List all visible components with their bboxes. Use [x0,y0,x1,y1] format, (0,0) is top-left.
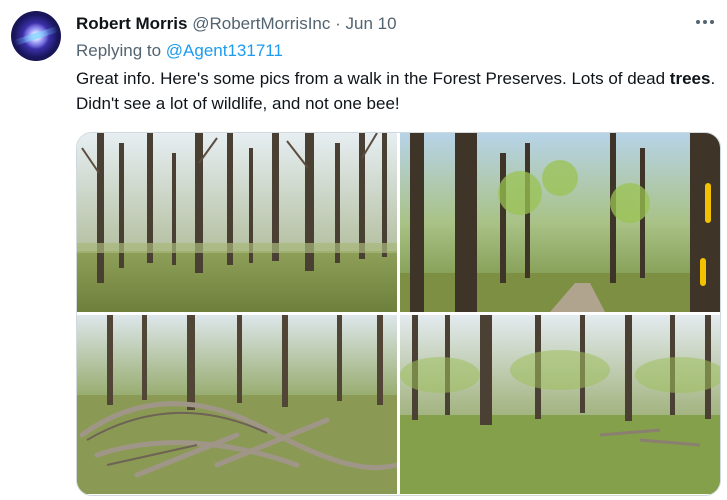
media-photo-1[interactable] [77,133,397,312]
tweet-header: Robert Morris @RobertMorrisInc · Jun 10 [76,12,397,36]
tweet-date[interactable]: Jun 10 [346,14,397,33]
media-photo-4[interactable] [400,315,720,494]
tweet-text-part1: Great info. Here's some pics from a walk… [76,69,666,88]
more-horizontal-icon-dot [703,20,707,24]
more-horizontal-icon-dot [696,20,700,24]
tweet-text: Great info. Here's some pics from a walk… [76,66,716,116]
media-photo-3[interactable] [77,315,397,494]
reply-prefix: Replying to [76,41,162,60]
author-name[interactable]: Robert Morris [76,14,187,33]
reply-context: Replying to @Agent131711 [76,39,283,63]
author-handle[interactable]: @RobertMorrisInc [192,14,330,33]
media-grid [76,132,721,496]
more-options-button[interactable] [693,10,717,34]
header-separator: · [335,14,341,33]
avatar[interactable] [11,11,61,61]
tweet-text-bold: trees [669,69,711,88]
reply-handle-link[interactable]: @Agent131711 [166,41,283,60]
more-horizontal-icon-dot [710,20,714,24]
media-photo-2[interactable] [400,133,720,312]
